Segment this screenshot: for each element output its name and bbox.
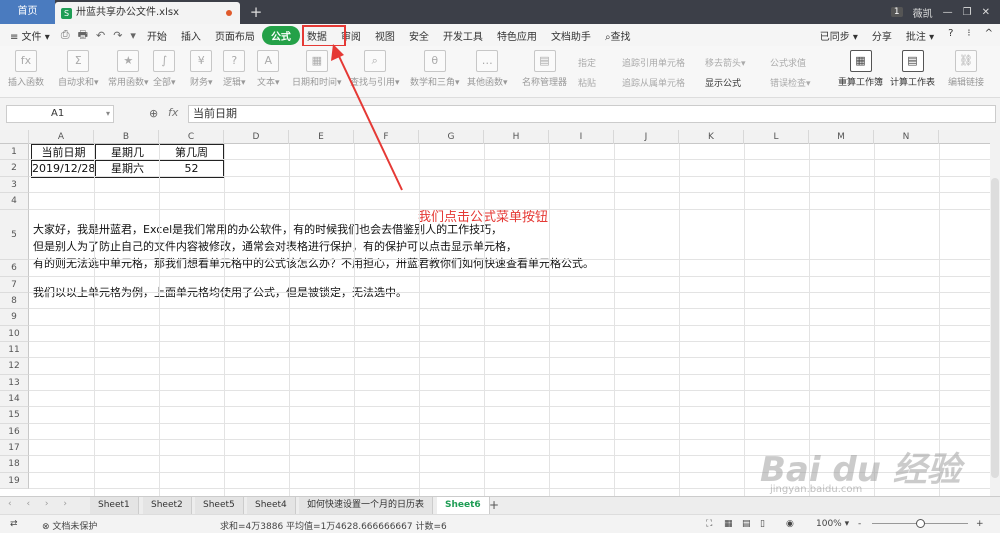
add-sheet-button[interactable]: + <box>489 497 499 514</box>
watermark-url: jingyan.baidu.com <box>770 484 863 495</box>
sheet-tab-calendar[interactable]: 如何快速设置一个月的日历表 <box>299 497 434 514</box>
protect-status-label: 文档未保护 <box>52 522 98 532</box>
shield-icon: ⊗ <box>42 522 53 532</box>
sheet-tab-sheet6[interactable]: Sheet6 <box>437 497 490 514</box>
zoom-slider-handle[interactable] <box>916 519 925 528</box>
view-grid-icon[interactable]: ▦ <box>724 519 733 529</box>
zoom-out-button[interactable]: - <box>858 519 861 529</box>
sheet-nav-arrows[interactable]: ‹ ‹ › › <box>8 499 73 509</box>
selection-stats: 求和=4万3886 平均值=1万4628.666666667 计数=6 <box>220 522 447 532</box>
sheet-tab-bar: ‹ ‹ › › Sheet1 Sheet2 Sheet5 Sheet4 如何快速… <box>0 496 1000 514</box>
annotation-arrow-line <box>336 51 403 191</box>
status-toggle-icon[interactable]: ⇄ <box>10 519 18 529</box>
zoom-in-button[interactable]: + <box>976 519 984 529</box>
zoom-level[interactable]: 100% ▾ <box>816 519 849 529</box>
sheet-tab-sheet1[interactable]: Sheet1 <box>90 497 139 514</box>
sheet-tab-sheet4[interactable]: Sheet4 <box>247 497 296 514</box>
annotation-arrow-head <box>331 44 344 61</box>
sheet-tab-sheet5[interactable]: Sheet5 <box>195 497 244 514</box>
sheet-tab-sheet2[interactable]: Sheet2 <box>143 497 192 514</box>
status-bar: ⇄ ⊗ 文档未保护 求和=4万3886 平均值=1万4628.666666667… <box>0 514 1000 533</box>
protect-status[interactable]: ⊗ 文档未保护 <box>42 519 97 532</box>
view-break-icon[interactable]: ▯ <box>760 519 765 529</box>
eye-protect-icon[interactable]: ◉ <box>786 519 794 529</box>
view-page-icon[interactable]: ▤ <box>742 519 751 529</box>
view-normal-icon[interactable]: ⛶ <box>706 519 712 529</box>
